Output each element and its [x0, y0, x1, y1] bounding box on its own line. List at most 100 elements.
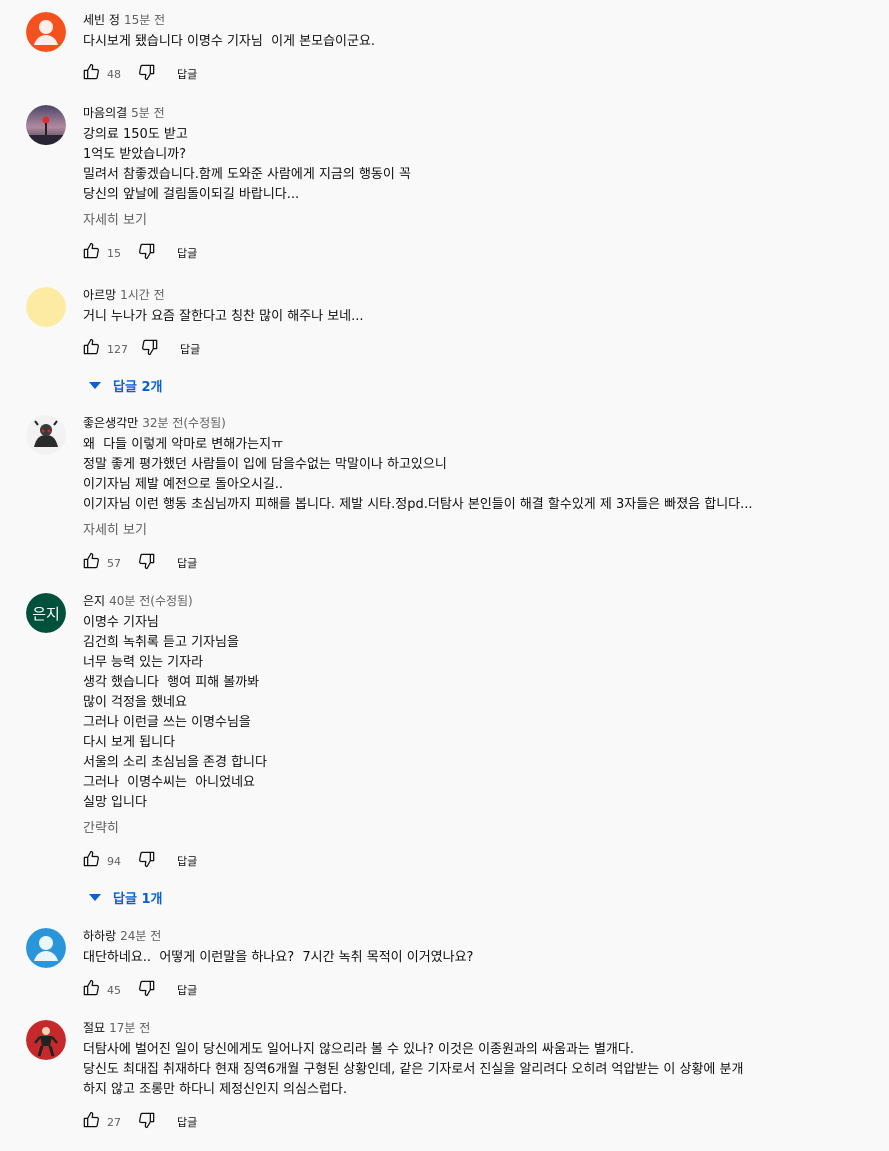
comment-body: 절묘 17분 전더탐사에 벌어진 일이 당신에게도 일어나지 않으리라 볼 수 있… [83, 1020, 876, 1138]
view-replies-label: 답글 2개 [113, 379, 163, 395]
comment-text-line: 이기자님 이런 행동 초심님까지 피해를 봅니다. 제발 시타.정pd.더탐사 … [83, 497, 753, 512]
comment-text-line: 많이 걱정을 했네요 [83, 695, 187, 710]
avatar[interactable]: 은지 [26, 593, 66, 633]
thumb-down-icon [140, 337, 160, 361]
view-replies-button[interactable]: 답글 2개 [83, 373, 876, 397]
comment-author[interactable]: 마음의결 [83, 106, 127, 120]
comment-actions: 45 답글 [75, 974, 876, 1006]
comment-author[interactable]: 절묘 [83, 1021, 105, 1035]
reply-button[interactable]: 답글 [177, 982, 197, 998]
comment-text-line: 다시 보게 됩니다 [83, 735, 175, 750]
comment-author[interactable]: 하하랑 [83, 929, 116, 943]
like-count: 48 [107, 67, 121, 81]
reply-button[interactable]: 답글 [177, 66, 197, 82]
comment-author[interactable]: 세빈 정 [83, 13, 120, 27]
comment-text: 강의료 150도 받고 1억도 받았습니까? 밀려서 참좋겠습니다.함께 도와준 사… [83, 125, 876, 205]
dislike-button[interactable] [131, 1106, 163, 1138]
thumb-down-icon [137, 62, 157, 86]
avatar[interactable] [26, 928, 66, 968]
comment-actions: 57 답글 [75, 547, 876, 579]
comment-text: 더탐사에 벌어진 일이 당신에게도 일어나지 않으리라 볼 수 있나? 이것은 … [83, 1040, 876, 1100]
caret-down-icon [89, 381, 101, 389]
dislike-button[interactable] [131, 845, 163, 877]
thumb-down-icon [137, 1110, 157, 1134]
like-button[interactable] [75, 974, 107, 1006]
comment-text-line: 밀려서 참좋겠습니다.함께 도와준 사람에게 지금의 행동이 꼭 [83, 167, 411, 182]
comment-header: 마음의결 5분 전 [83, 105, 876, 121]
dislike-button[interactable] [134, 333, 166, 365]
like-button[interactable] [75, 547, 107, 579]
avatar[interactable] [26, 105, 66, 145]
like-count: 57 [107, 556, 121, 570]
like-button[interactable] [75, 1106, 107, 1138]
view-replies-label: 답글 1개 [113, 891, 163, 907]
comment-author[interactable]: 좋은생각만 [83, 416, 138, 430]
comment-author[interactable]: 아르망 [83, 288, 116, 302]
like-button[interactable] [75, 58, 107, 90]
like-button[interactable] [75, 845, 107, 877]
read-more-button[interactable]: 간략히 [83, 819, 876, 839]
comment-text: 대단하네요.. 어떻게 이런말을 하나요? 7시간 녹취 목적이 이거였나요? [83, 948, 876, 968]
like-count: 127 [107, 342, 128, 356]
thumb-down-icon [137, 551, 157, 575]
like-button[interactable] [75, 237, 107, 269]
thumb-up-icon [81, 978, 101, 1002]
comment-actions: 48 답글 [75, 58, 876, 90]
avatar[interactable] [26, 1020, 66, 1060]
reply-button[interactable]: 답글 [180, 341, 200, 357]
comment-text-line: 이명수 기자님 [83, 615, 159, 630]
dislike-button[interactable] [131, 237, 163, 269]
comment-text-line: 당신도 최대집 취재하다 현재 징역6개월 구형된 상황인데, 같은 기자로서 … [83, 1062, 744, 1077]
comment-text-line: 이기자님 제발 예전으로 돌아오시길.. [83, 477, 284, 492]
comment-time[interactable]: 40분 전(수정됨) [109, 594, 193, 608]
comment-header: 좋은생각만 32분 전(수정됨) [83, 415, 876, 431]
comment-text-line: 하지 않고 조롱만 하다니 제정신인지 의심스럽다. [83, 1082, 347, 1097]
view-replies-button[interactable]: 답글 1개 [83, 885, 876, 909]
avatar[interactable] [26, 287, 66, 327]
comment-actions: 127 답글 [75, 333, 876, 365]
read-more-button[interactable]: 자세히 보기 [83, 521, 876, 541]
dislike-button[interactable] [131, 547, 163, 579]
reply-button[interactable]: 답글 [177, 1114, 197, 1130]
comment-text-line: 더탐사에 벌어진 일이 당신에게도 일어나지 않으리라 볼 수 있나? 이것은 … [83, 1042, 634, 1057]
like-button[interactable] [75, 333, 107, 365]
comment-text-line: 서울의 소리 초심님을 존경 합니다 [83, 755, 267, 770]
dislike-button[interactable] [131, 974, 163, 1006]
comment-body: 아르망 1시간 전거니 누나가 요즘 잘한다고 칭찬 많이 해주나 보네... 12… [83, 287, 876, 397]
comment-author[interactable]: 은지 [83, 594, 105, 608]
reply-button[interactable]: 답글 [177, 853, 197, 869]
comment-body: 하하랑 24분 전대단하네요.. 어떻게 이런말을 하나요? 7시간 녹취 목적이… [83, 928, 876, 1006]
avatar[interactable] [26, 12, 66, 52]
avatar[interactable] [26, 415, 66, 455]
comment-text-line: 김건희 녹취록 듣고 기자님을 [83, 635, 239, 650]
dislike-button[interactable] [131, 58, 163, 90]
comment-time[interactable]: 5분 전 [131, 106, 165, 120]
comment-actions: 27 답글 [75, 1106, 876, 1138]
comment-header: 절묘 17분 전 [83, 1020, 876, 1036]
comment-body: 은지 40분 전(수정됨) 이명수 기자님 김건희 녹취록 듣고 기자님을 너무 능력 … [83, 593, 876, 909]
avatar-initials: 은지 [32, 604, 60, 623]
reply-button[interactable]: 답글 [177, 245, 197, 261]
comment-text-line: 강의료 150도 받고 [83, 127, 188, 142]
comment-time[interactable]: 1시간 전 [120, 288, 165, 302]
comment-text: 이명수 기자님 김건희 녹취록 듣고 기자님을 너무 능력 있는 기자라 생각 했습니… [83, 613, 876, 813]
comment-time[interactable]: 24분 전 [120, 929, 161, 943]
comment-text: 왜 다들 이렇게 악마로 변해가는지ㅠ 정말 좋게 평가했던 사람들이 입에 담을… [83, 435, 876, 515]
comment-time[interactable]: 32분 전(수정됨) [142, 416, 226, 430]
thumb-down-icon [137, 849, 157, 873]
comment-text: 거니 누나가 요즘 잘한다고 칭찬 많이 해주나 보네... [83, 307, 876, 327]
like-count: 94 [107, 854, 121, 868]
thumb-up-icon [81, 62, 101, 86]
comment-header: 은지 40분 전(수정됨) [83, 593, 876, 609]
comment-header: 아르망 1시간 전 [83, 287, 876, 303]
comment-time[interactable]: 17분 전 [109, 1021, 150, 1035]
reply-button[interactable]: 답글 [177, 555, 197, 571]
comment-text-line: 실망 입니다 [83, 795, 147, 810]
comment-text: 다시보게 됐습니다 이명수 기자님 이게 본모습이군요. [83, 32, 876, 52]
comment-time[interactable]: 15분 전 [124, 13, 165, 27]
read-more-button[interactable]: 자세히 보기 [83, 211, 876, 231]
comment-body: 좋은생각만 32분 전(수정됨) 왜 다들 이렇게 악마로 변해가는지ㅠ 정말 좋게 … [83, 415, 876, 579]
thumb-up-icon [81, 241, 101, 265]
thumb-up-icon [81, 551, 101, 575]
like-count: 45 [107, 983, 121, 997]
